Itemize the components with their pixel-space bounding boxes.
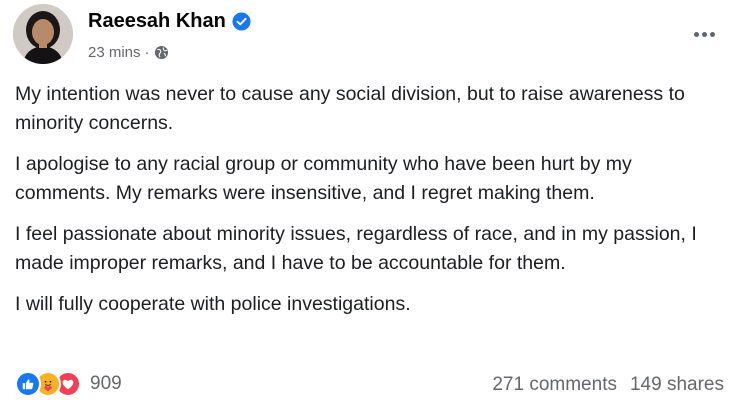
post-paragraph-1: My intention was never to cause any soci…	[15, 83, 685, 134]
facebook-post: Raeesah Khan 23 mins · My intention was …	[0, 0, 736, 410]
shares-count-link[interactable]: 149 shares	[630, 374, 724, 396]
author-name[interactable]: Raeesah Khan	[88, 10, 226, 33]
avatar-image	[13, 4, 73, 64]
comments-count-link[interactable]: 271 comments	[492, 374, 617, 396]
like-icon	[15, 371, 41, 397]
post-paragraph-4: I will fully cooperate with police inves…	[15, 293, 411, 315]
reaction-count: 909	[90, 373, 122, 394]
post-paragraph-3: I feel passionate about minority issues,…	[15, 223, 697, 274]
post-footer: 909 271 comments 149 shares	[15, 368, 724, 400]
reactions-summary[interactable]: 909	[15, 371, 122, 397]
post-paragraph-2: I apologise to any racial group or commu…	[15, 153, 632, 204]
more-options-icon	[693, 31, 699, 37]
avatar[interactable]	[13, 4, 73, 64]
more-options-button[interactable]	[686, 22, 722, 46]
post-timestamp[interactable]: 23 mins	[88, 44, 141, 61]
post-header: Raeesah Khan 23 mins ·	[13, 4, 736, 66]
post-body: My intention was never to cause any soci…	[15, 80, 725, 331]
meta-separator: ·	[144, 44, 150, 61]
post-stats: 271 comments 149 shares	[492, 374, 724, 396]
globe-icon[interactable]	[154, 45, 169, 60]
verified-badge-icon	[232, 12, 251, 31]
